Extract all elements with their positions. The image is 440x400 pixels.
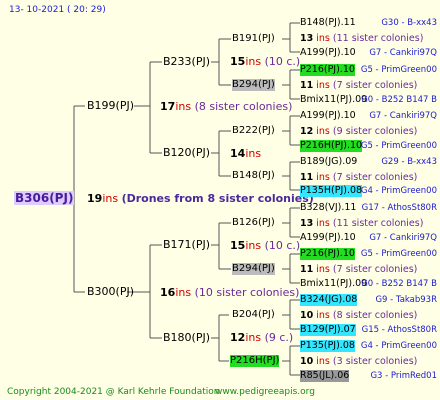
gen4-node[interactable]: P135H(PJ).08: [300, 185, 363, 197]
gen3-node[interactable]: B148(PJ): [232, 170, 275, 182]
gen4-node[interactable]: B324(JG).08: [300, 294, 358, 306]
gen4-node[interactable]: R85(JL).06: [300, 370, 350, 382]
root-node: B306(PJ): [14, 191, 75, 206]
gen4-node[interactable]: B328(VJ).11: [300, 202, 356, 214]
gen1-ins: 16ins (10 sister colonies): [160, 286, 300, 299]
gen3-node[interactable]: B294(PJ): [232, 263, 275, 275]
gen4-source: G7 - Cankiri97Q: [369, 233, 437, 243]
gen4-node[interactable]: P216(PJ).10: [300, 64, 355, 76]
gen3-node[interactable]: B294(PJ): [232, 79, 275, 91]
gen4-ins: 13 ins (11 sister colonies): [300, 33, 424, 44]
gen3-node[interactable]: B204(PJ): [232, 309, 275, 321]
gen3-node[interactable]: P216H(PJ): [230, 355, 280, 367]
gen2-node[interactable]: B233(PJ): [163, 56, 210, 68]
gen1-node[interactable]: B199(PJ): [87, 100, 134, 112]
gen4-source: G7 - Cankiri97Q: [369, 48, 437, 58]
gen4-source: G17 - AthosSt80R: [361, 203, 437, 213]
gen4-ins: 10 ins (3 sister colonies): [300, 356, 418, 367]
gen4-source: G0 - B252 B147 B: [361, 279, 437, 289]
gen2-node[interactable]: B171(PJ): [163, 239, 210, 251]
gen4-node[interactable]: P216(PJ).10: [300, 248, 355, 260]
gen4-source: G5 - PrimGreen00: [360, 141, 437, 151]
gen4-source: G5 - PrimGreen00: [360, 65, 437, 75]
gen4-source: G5 - PrimGreen00: [360, 249, 437, 259]
footer-url[interactable]: www.pedigreeapis.org: [215, 386, 315, 398]
gen4-ins: 13 ins (11 sister colonies): [300, 218, 424, 229]
gen3-node[interactable]: B191(PJ): [232, 33, 275, 45]
gen2-node[interactable]: B180(PJ): [163, 332, 210, 344]
gen2-ins: 12ins (9 c.): [230, 331, 294, 344]
gen4-node[interactable]: Bmix11(PJ).09: [300, 278, 367, 290]
gen4-ins: 10 ins (8 sister colonies): [300, 310, 418, 321]
gen4-source: G4 - PrimGreen00: [360, 186, 437, 196]
gen4-source: G4 - PrimGreen00: [360, 341, 437, 351]
gen4-node[interactable]: Bmix11(PJ).09: [300, 94, 367, 106]
gen1-node[interactable]: B300(PJ): [87, 286, 134, 298]
gen4-source: G29 - B-xx43: [381, 157, 437, 167]
gen3-node[interactable]: B126(PJ): [232, 217, 275, 229]
gen4-source: G15 - AthosSt80R: [361, 325, 437, 335]
gen4-node[interactable]: A199(PJ).10: [300, 47, 356, 59]
gen4-node[interactable]: B129(PJ).07: [300, 324, 356, 336]
gen4-source: G7 - Cankiri97Q: [369, 111, 437, 121]
gen4-node[interactable]: B148(PJ).11: [300, 17, 356, 29]
gen4-source: G30 - B-xx43: [381, 18, 437, 28]
gen4-ins: 11 ins (7 sister colonies): [300, 264, 418, 275]
footer-copyright: Copyright 2004-2021 @ Karl Kehrle Founda…: [7, 387, 220, 397]
gen4-node[interactable]: A199(PJ).10: [300, 110, 356, 122]
gen2-ins: 15ins (10 c.): [230, 239, 301, 252]
gen4-ins: 11 ins (7 sister colonies): [300, 80, 418, 91]
gen3-node[interactable]: B222(PJ): [232, 125, 275, 137]
gen2-ins: 15ins (10 c.): [230, 55, 301, 68]
gen2-ins: 14ins: [230, 147, 262, 160]
drones-note: (Drones from 8 sister colonies): [121, 192, 314, 205]
gen4-source: G3 - PrimRed01: [370, 371, 437, 381]
header-date: 13- 10-2021 ( 20: 29): [9, 5, 106, 15]
gen4-node[interactable]: P135(PJ).08: [300, 340, 355, 352]
gen4-ins: 11 ins (7 sister colonies): [300, 172, 418, 183]
gen4-node[interactable]: B189(JG).09: [300, 156, 357, 168]
gen2-node[interactable]: B120(PJ): [163, 147, 210, 159]
gen4-node[interactable]: A199(PJ).10: [300, 232, 356, 244]
gen1-ins: 17ins (8 sister colonies): [160, 100, 293, 113]
root-ins: 19ins (Drones from 8 sister colonies): [87, 192, 314, 205]
gen4-source: G9 - Takab93R: [375, 295, 437, 305]
gen4-source: G0 - B252 B147 B: [361, 95, 437, 105]
root-name[interactable]: B306(PJ): [14, 191, 75, 205]
gen4-ins: 12 ins (9 sister colonies): [300, 126, 418, 137]
pedigree-chart: 13- 10-2021 ( 20: 29) Copyright 2004-202…: [0, 0, 440, 400]
gen4-node[interactable]: P216H(PJ).10: [300, 140, 363, 152]
